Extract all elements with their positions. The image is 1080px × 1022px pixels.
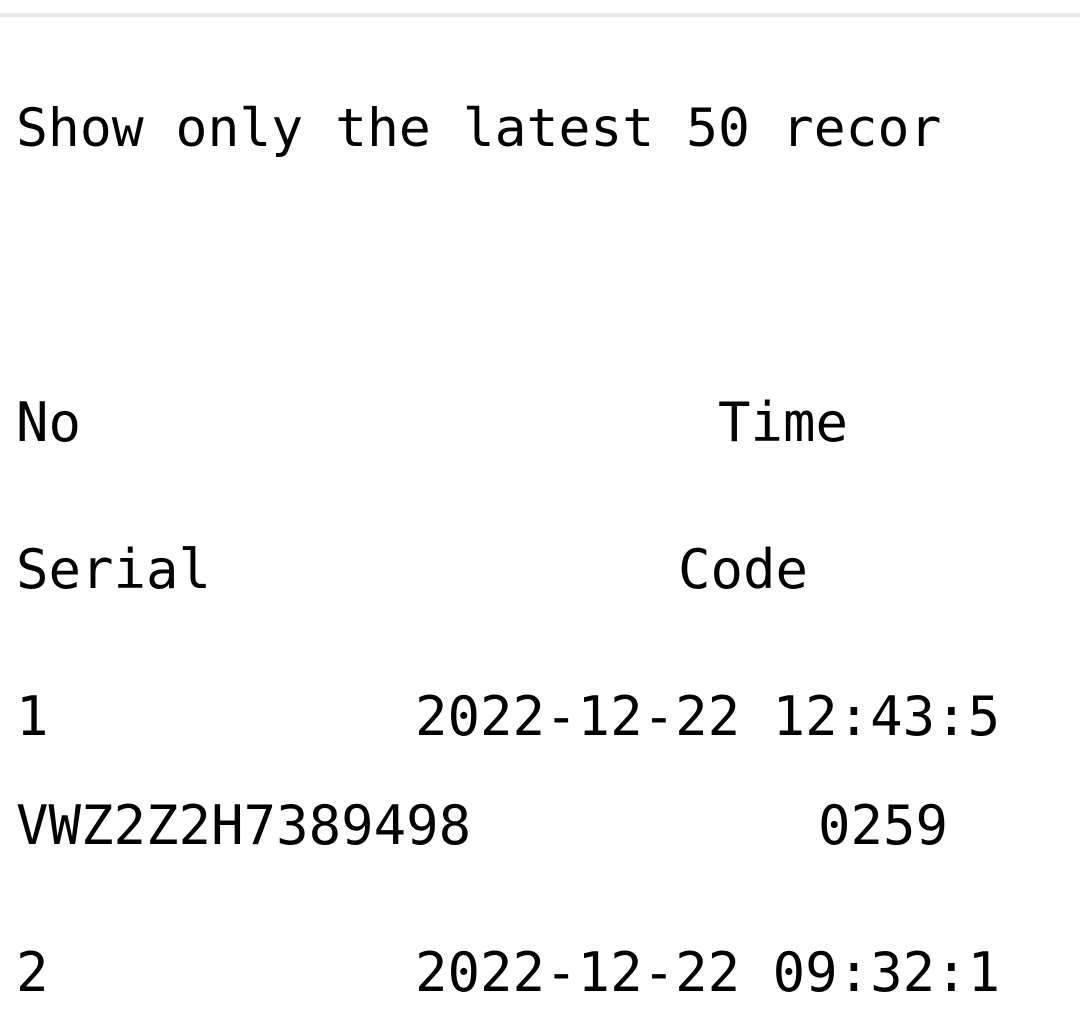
- table-row[interactable]: 1 2022-12-22 12:43:5: [0, 681, 1080, 752]
- header-no: No: [16, 391, 82, 454]
- row-serial: VWZ2Z2H7389498: [16, 794, 472, 857]
- table-header-line-2: Serial Code: [0, 534, 1080, 605]
- header-code: Code: [678, 538, 809, 601]
- records-text-document: Show only the latest 50 recor No Time Se…: [0, 17, 1080, 1022]
- row-no: 1: [16, 685, 49, 748]
- row-time: 2022-12-22 09:32:1: [415, 941, 1001, 1004]
- table-header-line-1: No Time: [0, 387, 1080, 458]
- row-no: 2: [16, 941, 49, 1004]
- table-row[interactable]: VWZ2Z2H7389498 0259: [0, 790, 1080, 861]
- row-time: 2022-12-22 12:43:5: [415, 685, 1001, 748]
- record-list-screen: Show only the latest 50 recor No Time Se…: [0, 0, 1080, 1022]
- row-code: 0259: [818, 794, 949, 857]
- latest-records-notice: Show only the latest 50 recor: [16, 98, 942, 159]
- header-time: Time: [718, 391, 849, 454]
- header-serial: Serial: [16, 538, 212, 601]
- table-row[interactable]: 2 2022-12-22 09:32:1: [0, 937, 1080, 1008]
